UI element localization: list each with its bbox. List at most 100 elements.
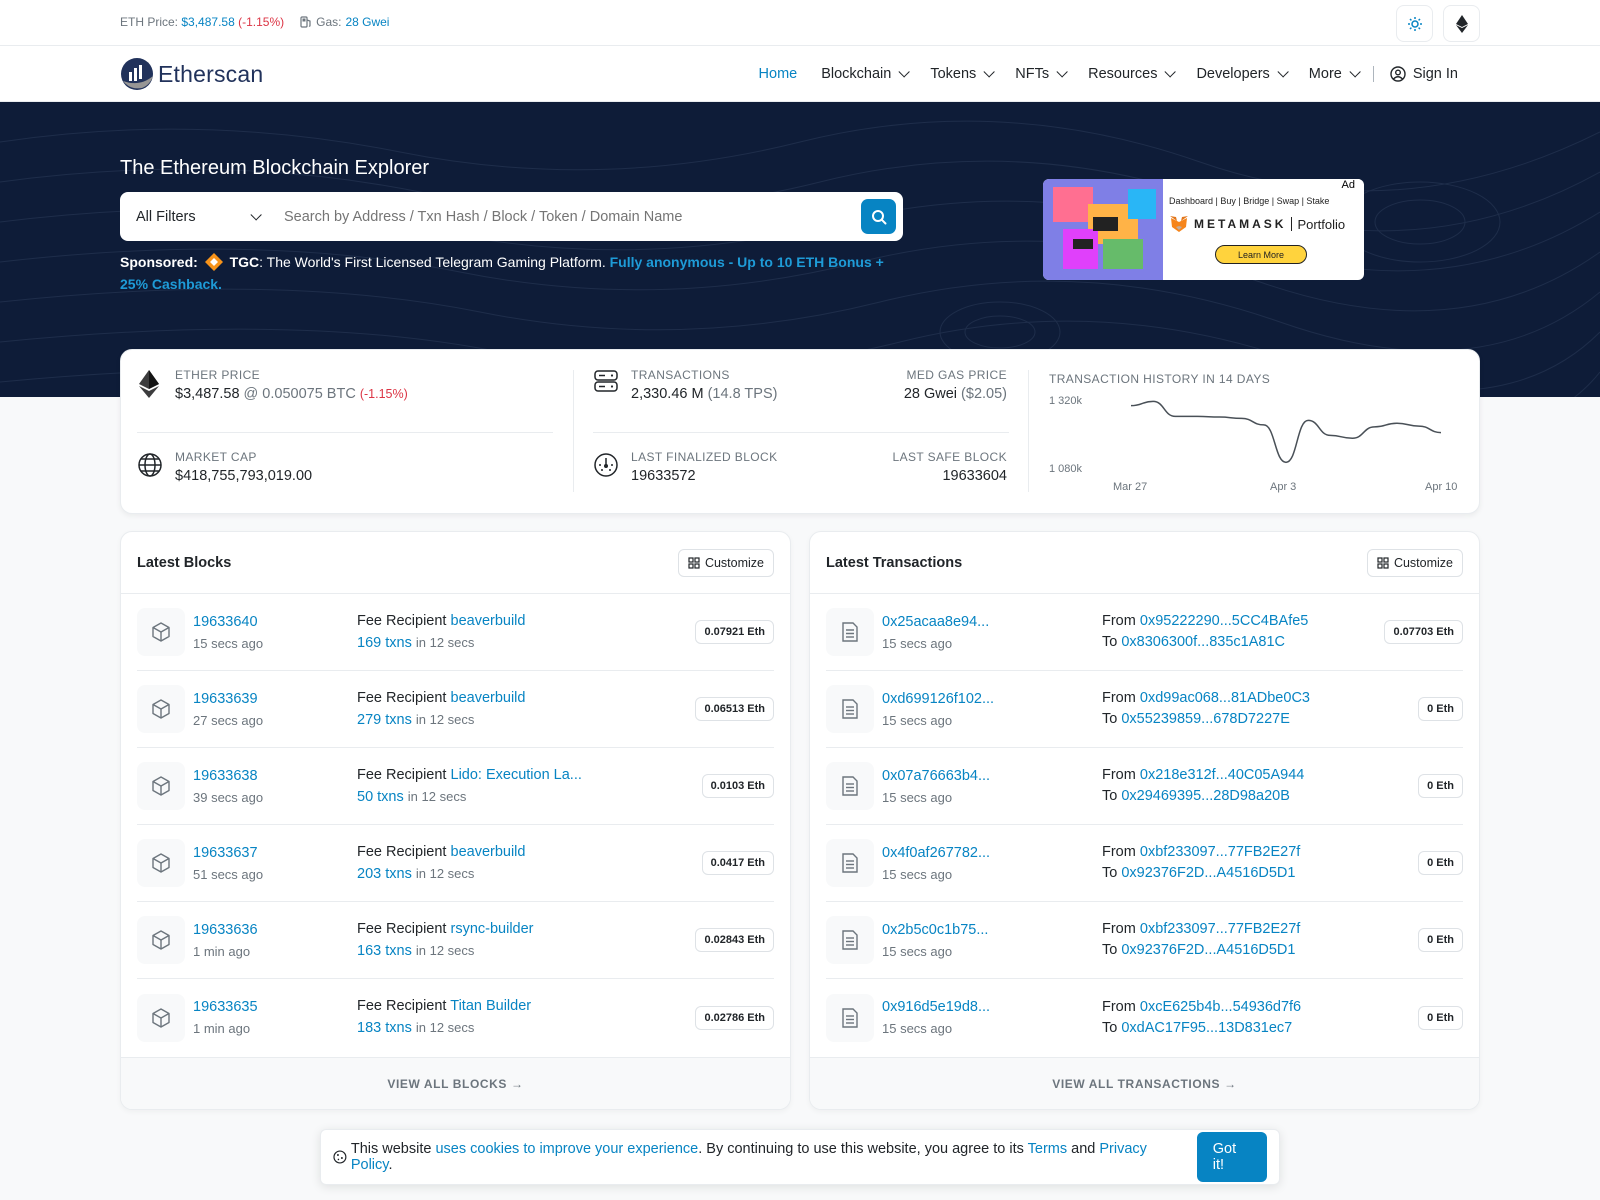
view-all-transactions-link[interactable]: VIEW ALL TRANSACTIONS →: [810, 1057, 1479, 1109]
tx-history-chart[interactable]: 1 320k 1 080k Mar 27 Apr 3 Apr 10: [1041, 390, 1461, 500]
fee-recipient-link[interactable]: beaverbuild: [451, 613, 526, 629]
tx-history-point[interactable]: [1284, 460, 1288, 464]
nav-home[interactable]: Home: [747, 66, 810, 82]
block-number-link[interactable]: 19633638: [193, 768, 258, 784]
gas-pump-icon: [300, 16, 311, 28]
transaction-hash-link[interactable]: 0x4f0af267782...: [882, 845, 990, 861]
nav-developers[interactable]: Developers: [1184, 66, 1296, 82]
tx-history-point[interactable]: [1373, 425, 1377, 429]
fee-recipient-link[interactable]: Lido: Execution La...: [451, 767, 582, 783]
tps-value: (14.8 TPS): [707, 386, 778, 402]
block-txns-link[interactable]: 203 txns: [357, 866, 412, 882]
sign-in-link[interactable]: Sign In: [1378, 66, 1470, 82]
to-address-link[interactable]: 0xdAC17F95...13D831ec7: [1121, 1020, 1292, 1036]
view-all-blocks-link[interactable]: VIEW ALL BLOCKS →: [121, 1057, 790, 1109]
tx-history-point[interactable]: [1328, 433, 1332, 437]
terms-link[interactable]: Terms: [1028, 1141, 1067, 1157]
block-txns-link[interactable]: 50 txns: [357, 789, 404, 805]
search-button[interactable]: [861, 199, 896, 234]
to-address-link[interactable]: 0x92376F2D...A4516D5D1: [1121, 865, 1295, 881]
fee-recipient-link[interactable]: beaverbuild: [451, 690, 526, 706]
nav-nfts[interactable]: NFTs: [1003, 66, 1076, 82]
to-address-link[interactable]: 0x55239859...678D7227E: [1121, 711, 1290, 727]
to-address-link[interactable]: 0x8306300f...835c1A81C: [1121, 634, 1285, 650]
tx-history-point[interactable]: [1129, 404, 1133, 408]
tx-history-point[interactable]: [1195, 414, 1199, 418]
med-gas-link[interactable]: 28 Gwei: [904, 386, 957, 402]
tx-history-point[interactable]: [1262, 423, 1266, 427]
block-number-link[interactable]: 19633639: [193, 691, 258, 707]
from-address-link[interactable]: 0xbf233097...77FB2E27f: [1140, 921, 1300, 937]
block-txns-link[interactable]: 279 txns: [357, 712, 412, 728]
from-address-link[interactable]: 0xbf233097...77FB2E27f: [1140, 844, 1300, 860]
safe-block-value[interactable]: 19633604: [893, 468, 1007, 484]
fee-recipient-link[interactable]: rsync-builder: [451, 921, 534, 937]
block-number-link[interactable]: 19633636: [193, 922, 258, 938]
med-gas-value: 28 Gwei ($2.05): [904, 386, 1007, 402]
customize-button[interactable]: Customize: [1366, 548, 1463, 577]
network-switch-button[interactable]: [1443, 5, 1480, 42]
block-number-link[interactable]: 19633640: [193, 614, 258, 630]
tx-history-point[interactable]: [1173, 414, 1177, 418]
to-address-link[interactable]: 0x29469395...28D98a20B: [1121, 788, 1290, 804]
tx-history-point[interactable]: [1306, 418, 1310, 422]
from-address-link[interactable]: 0xd99ac068...81ADbe0C3: [1140, 690, 1310, 706]
block-reward-badge: 0.0417 Eth: [701, 851, 774, 875]
transactions-link[interactable]: 2,330.46 M: [631, 386, 704, 402]
to-address-link[interactable]: 0x92376F2D...A4516D5D1: [1121, 942, 1295, 958]
hero-title: The Ethereum Blockchain Explorer: [120, 157, 430, 179]
block-number-link[interactable]: 19633635: [193, 999, 258, 1015]
market-cap-value[interactable]: $418,755,793,019.00: [175, 468, 312, 484]
tx-history-point[interactable]: [1350, 436, 1354, 440]
metamask-ad-banner[interactable]: Ad Dashboard | Buy | Bridge | Swap | Sta…: [1043, 179, 1364, 280]
search-filter-select[interactable]: All Filters: [120, 209, 276, 225]
customize-button[interactable]: Customize: [677, 548, 774, 577]
transaction-hash-link[interactable]: 0x916d5e19d8...: [882, 999, 990, 1015]
transaction-value-badge: 0 Eth: [1418, 851, 1463, 875]
transaction-hash-link[interactable]: 0xd699126f102...: [882, 691, 994, 707]
nav-resources[interactable]: Resources: [1076, 66, 1184, 82]
cookie-policy-link[interactable]: uses cookies to improve your experience: [435, 1141, 698, 1157]
transaction-hash-link[interactable]: 0x25acaa8e94...: [882, 614, 989, 630]
block-cube-icon: [137, 608, 185, 656]
transaction-value-badge: 0 Eth: [1418, 928, 1463, 952]
tx-history-point[interactable]: [1439, 431, 1443, 435]
from-address-link[interactable]: 0xcE625b4b...54936d7f6: [1140, 999, 1301, 1015]
block-txns-link[interactable]: 169 txns: [357, 635, 412, 651]
tx-history-point[interactable]: [1417, 424, 1421, 428]
block-txns-link[interactable]: 183 txns: [357, 1020, 412, 1036]
search-input[interactable]: [276, 208, 861, 225]
nav-tokens[interactable]: Tokens: [918, 66, 1003, 82]
transaction-hash-link[interactable]: 0x2b5c0c1b75...: [882, 922, 988, 938]
tx-history-point[interactable]: [1395, 421, 1399, 425]
ether-price-label: ETHER PRICE: [175, 368, 261, 382]
block-number-link[interactable]: 19633637: [193, 845, 258, 861]
from-address-link[interactable]: 0x218e312f...40C05A944: [1140, 767, 1304, 783]
tx-history-point[interactable]: [1218, 415, 1222, 419]
ad-illustration: [1043, 179, 1163, 280]
nav-blockchain[interactable]: Blockchain: [809, 66, 918, 82]
got-it-button[interactable]: Got it!: [1196, 1132, 1267, 1182]
finalized-block-value[interactable]: 19633572: [631, 468, 778, 484]
nav-more[interactable]: More: [1297, 66, 1369, 82]
transaction-details: From 0xbf233097...77FB2E27f To 0x92376F2D…: [1102, 919, 1418, 961]
chevron-down-icon: [1277, 66, 1289, 78]
chevron-down-icon: [1349, 66, 1361, 78]
transaction-hash-link[interactable]: 0x07a76663b4...: [882, 768, 990, 784]
latest-blocks-header: Latest Blocks Customize: [121, 532, 790, 594]
from-address-link[interactable]: 0x95222290...5CC4BAfe5: [1140, 613, 1309, 629]
fee-recipient-link[interactable]: beaverbuild: [451, 844, 526, 860]
tx-history-point[interactable]: [1240, 416, 1244, 420]
theme-toggle-button[interactable]: [1396, 5, 1433, 42]
block-txns-link[interactable]: 163 txns: [357, 943, 412, 959]
cookie-icon: [333, 1150, 347, 1164]
ether-price-link[interactable]: $3,487.58: [175, 386, 240, 402]
transaction-doc-icon: [826, 993, 874, 1042]
eth-price-link[interactable]: $3,487.58: [181, 15, 234, 29]
tx-history-point[interactable]: [1151, 399, 1155, 403]
fee-recipient-link[interactable]: Titan Builder: [450, 998, 531, 1014]
gas-value-link[interactable]: 28 Gwei: [345, 15, 389, 29]
ad-cta-button[interactable]: Learn More: [1215, 245, 1307, 264]
search-icon: [871, 209, 886, 224]
etherscan-logo[interactable]: Etherscan: [120, 57, 263, 91]
